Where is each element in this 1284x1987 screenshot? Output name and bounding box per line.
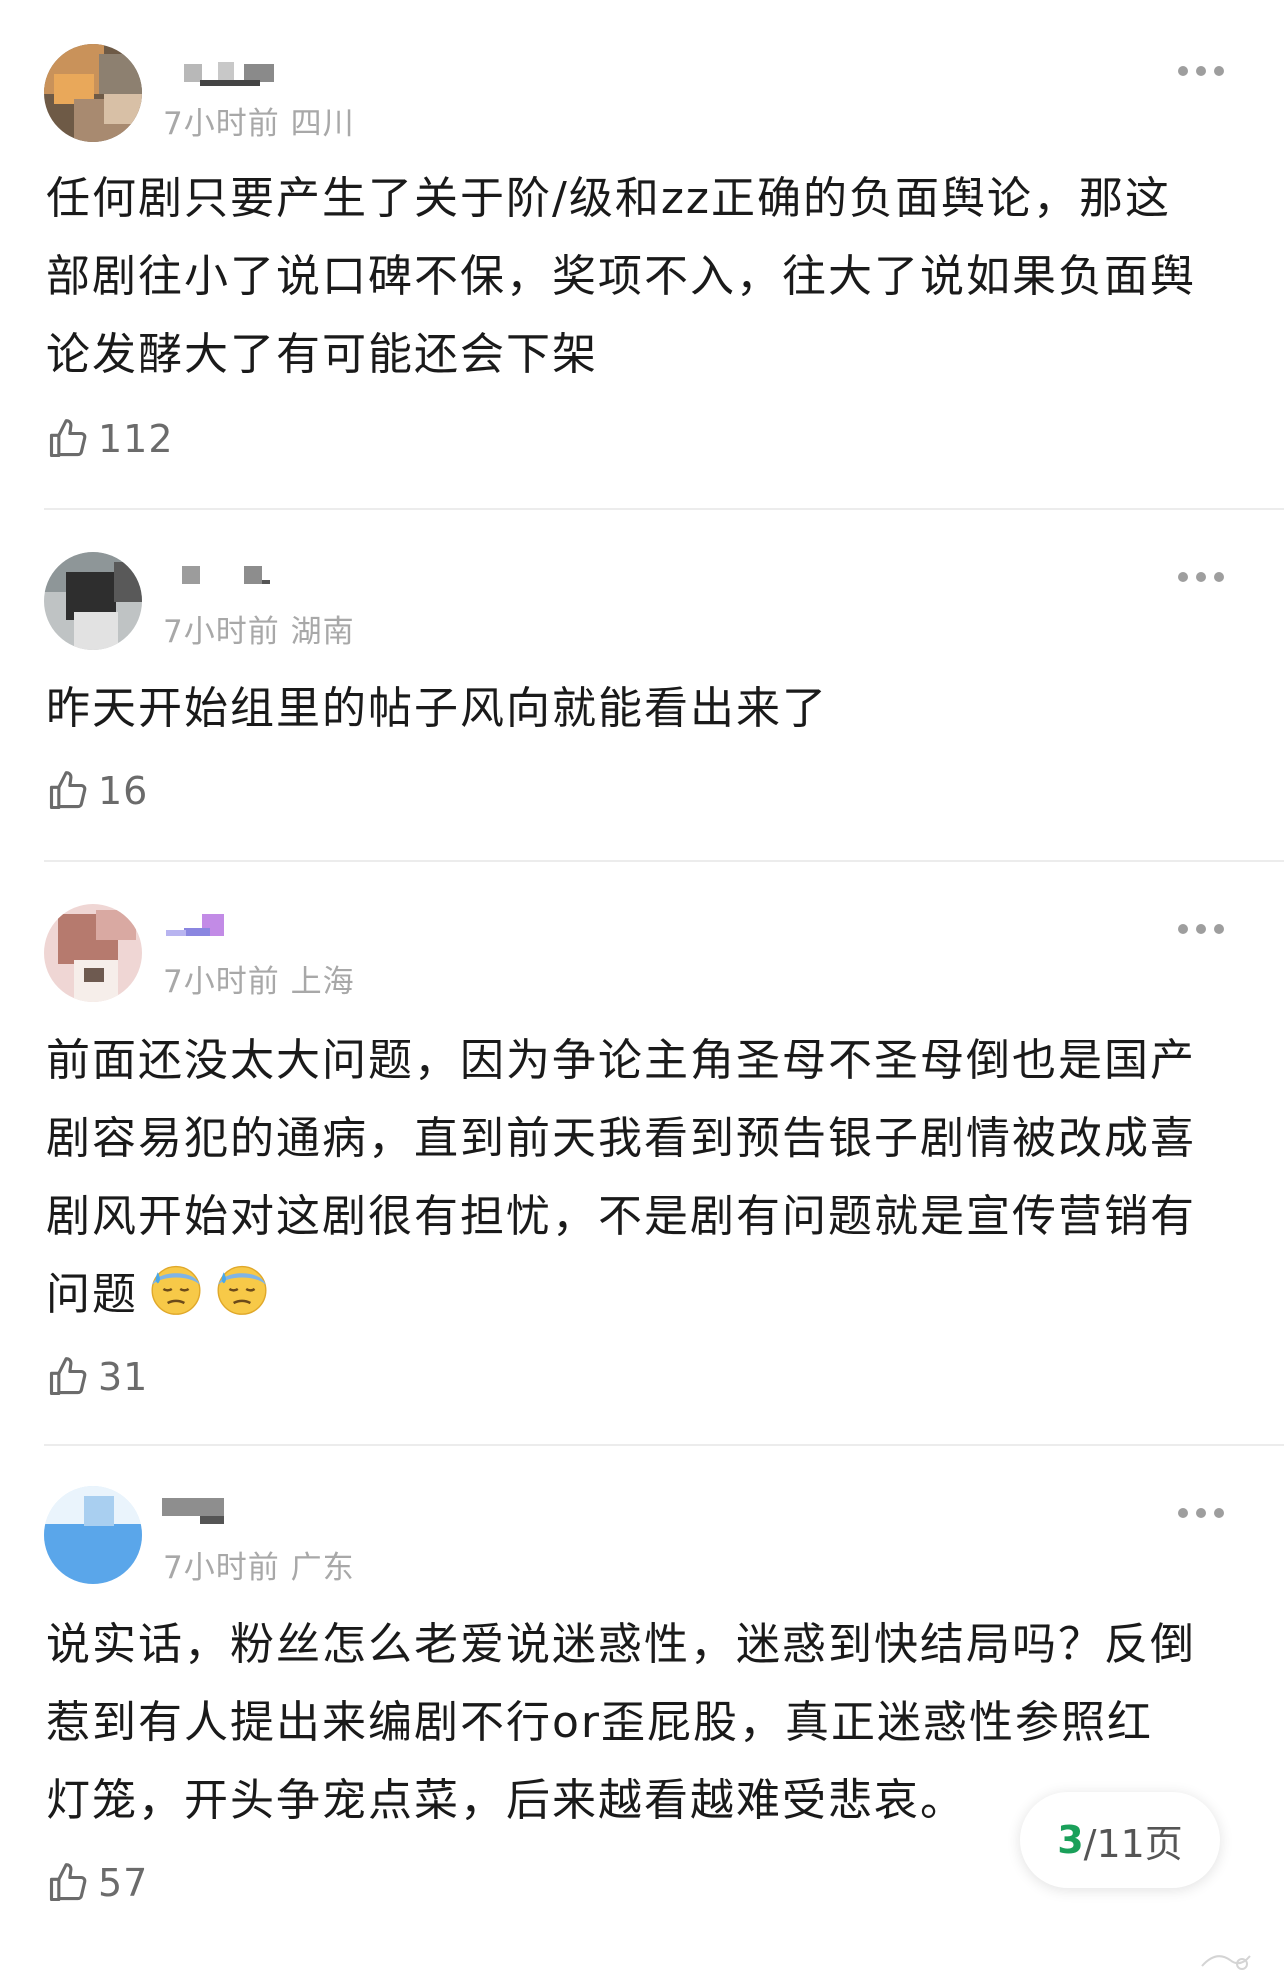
downcast-face-with-sweat-emoji (217, 1265, 267, 1315)
more-options-button[interactable] (1178, 922, 1224, 936)
more-dots-icon (1178, 572, 1188, 582)
comment-meta: 7小时前 广东 (163, 1550, 355, 1586)
comment-meta: 7小时前 上海 (163, 964, 355, 1000)
more-dots-icon (1178, 66, 1188, 76)
username-blurred[interactable] (160, 1498, 290, 1528)
divider (44, 1444, 1284, 1446)
more-options-button[interactable] (1178, 64, 1224, 78)
more-dots-icon (1178, 1508, 1188, 1518)
avatar[interactable] (44, 1486, 142, 1584)
more-options-button[interactable] (1178, 570, 1224, 584)
thumbs-up-icon (49, 771, 87, 810)
more-options-button[interactable] (1178, 1506, 1224, 1520)
like-count: 112 (98, 417, 174, 461)
username-blurred[interactable] (160, 60, 290, 90)
avatar[interactable] (44, 552, 142, 650)
divider (44, 508, 1284, 510)
avatar[interactable] (44, 904, 142, 1002)
more-dots-icon (1178, 924, 1188, 934)
comment-text: 昨天开始组里的帖子风向就能看出来了 (46, 683, 828, 734)
comment-meta: 7小时前 湖南 (163, 614, 355, 650)
thumbs-up-icon (49, 1357, 87, 1396)
like-button[interactable]: 16 (46, 766, 148, 816)
comment-meta: 7小时前 四川 (163, 106, 355, 142)
watermark-icon (1201, 1955, 1251, 1970)
page-indicator[interactable]: 3/11页 (1020, 1792, 1220, 1888)
current-page: 3 (1057, 1818, 1084, 1862)
downcast-face-with-sweat-emoji (151, 1265, 201, 1315)
divider (44, 860, 1284, 862)
username-blurred[interactable] (160, 566, 290, 596)
like-count: 16 (98, 769, 149, 813)
like-button[interactable]: 112 (46, 414, 174, 464)
username-blurred[interactable] (160, 910, 290, 940)
thumbs-up-icon (49, 1863, 87, 1902)
like-count: 31 (98, 1355, 149, 1399)
like-count: 57 (98, 1861, 149, 1905)
comment-text: 前面还没太大问题，因为争论主角圣母不圣母倒也是国产 剧容易犯的通病，直到前天我看… (46, 1035, 1196, 1320)
comment-text: 任何剧只要产生了关于阶/级和zz正确的负面舆论，那这 部剧往小了说口碑不保，奖项… (46, 173, 1196, 380)
like-button[interactable]: 31 (46, 1352, 148, 1402)
avatar[interactable] (44, 44, 142, 142)
like-button[interactable]: 57 (46, 1858, 148, 1908)
thumbs-up-icon (49, 419, 87, 458)
page-total: /11页 (1083, 1821, 1183, 1866)
